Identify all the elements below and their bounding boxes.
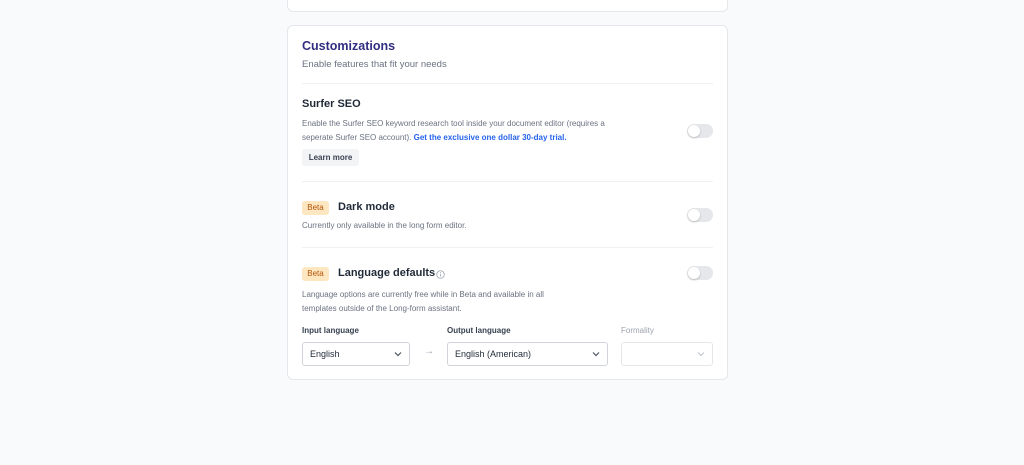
surfer-seo-description: Enable the Surfer SEO keyword research t… bbox=[302, 117, 605, 145]
surfer-desc-line1: Enable the Surfer SEO keyword research t… bbox=[302, 119, 605, 128]
language-description: Language options are currently free whil… bbox=[302, 288, 544, 316]
surfer-trial-link[interactable]: Get the exclusive one dollar 30-day tria… bbox=[414, 133, 567, 142]
output-language-value: English (American) bbox=[455, 349, 532, 359]
surfer-desc-text: seperate Surfer SEO account). bbox=[302, 133, 412, 142]
surfer-seo-title: Surfer SEO bbox=[302, 98, 361, 110]
dark-mode-toggle[interactable] bbox=[687, 208, 713, 222]
beta-badge: Beta bbox=[302, 201, 329, 215]
language-desc-line2: templates outside of the Long-form assis… bbox=[302, 304, 462, 313]
chevron-down-icon bbox=[697, 352, 705, 357]
info-circle-icon[interactable] bbox=[436, 270, 445, 279]
customizations-card: Customizations Enable features that fit … bbox=[287, 25, 728, 380]
divider bbox=[302, 181, 713, 182]
surfer-desc-line2: seperate Surfer SEO account). Get the ex… bbox=[302, 131, 605, 145]
input-language-value: English bbox=[310, 349, 340, 359]
chevron-down-icon bbox=[394, 352, 402, 357]
card-title: Customizations bbox=[302, 39, 396, 53]
dark-mode-description: Currently only available in the long for… bbox=[302, 221, 467, 230]
divider bbox=[302, 247, 713, 248]
beta-badge: Beta bbox=[302, 267, 329, 281]
toggle-knob bbox=[688, 209, 700, 221]
language-defaults-toggle[interactable] bbox=[687, 266, 713, 280]
language-desc-line1: Language options are currently free whil… bbox=[302, 290, 544, 299]
chevron-down-icon bbox=[592, 352, 600, 357]
formality-select[interactable] bbox=[621, 342, 713, 366]
output-language-label: Output language bbox=[447, 326, 511, 335]
input-language-label: Input language bbox=[302, 326, 359, 335]
toggle-knob bbox=[688, 267, 700, 279]
previous-card bbox=[287, 0, 728, 12]
arrow-right-icon: → bbox=[424, 346, 434, 357]
toggle-knob bbox=[688, 125, 700, 137]
surfer-seo-toggle[interactable] bbox=[687, 124, 713, 138]
formality-label: Formality bbox=[621, 326, 654, 335]
learn-more-button[interactable]: Learn more bbox=[302, 149, 359, 166]
divider bbox=[302, 83, 713, 84]
language-defaults-title: Language defaults bbox=[338, 267, 436, 279]
dark-mode-title: Dark mode bbox=[338, 201, 395, 213]
card-subtitle: Enable features that fit your needs bbox=[302, 59, 447, 70]
output-language-select[interactable]: English (American) bbox=[447, 342, 608, 366]
input-language-select[interactable]: English bbox=[302, 342, 410, 366]
